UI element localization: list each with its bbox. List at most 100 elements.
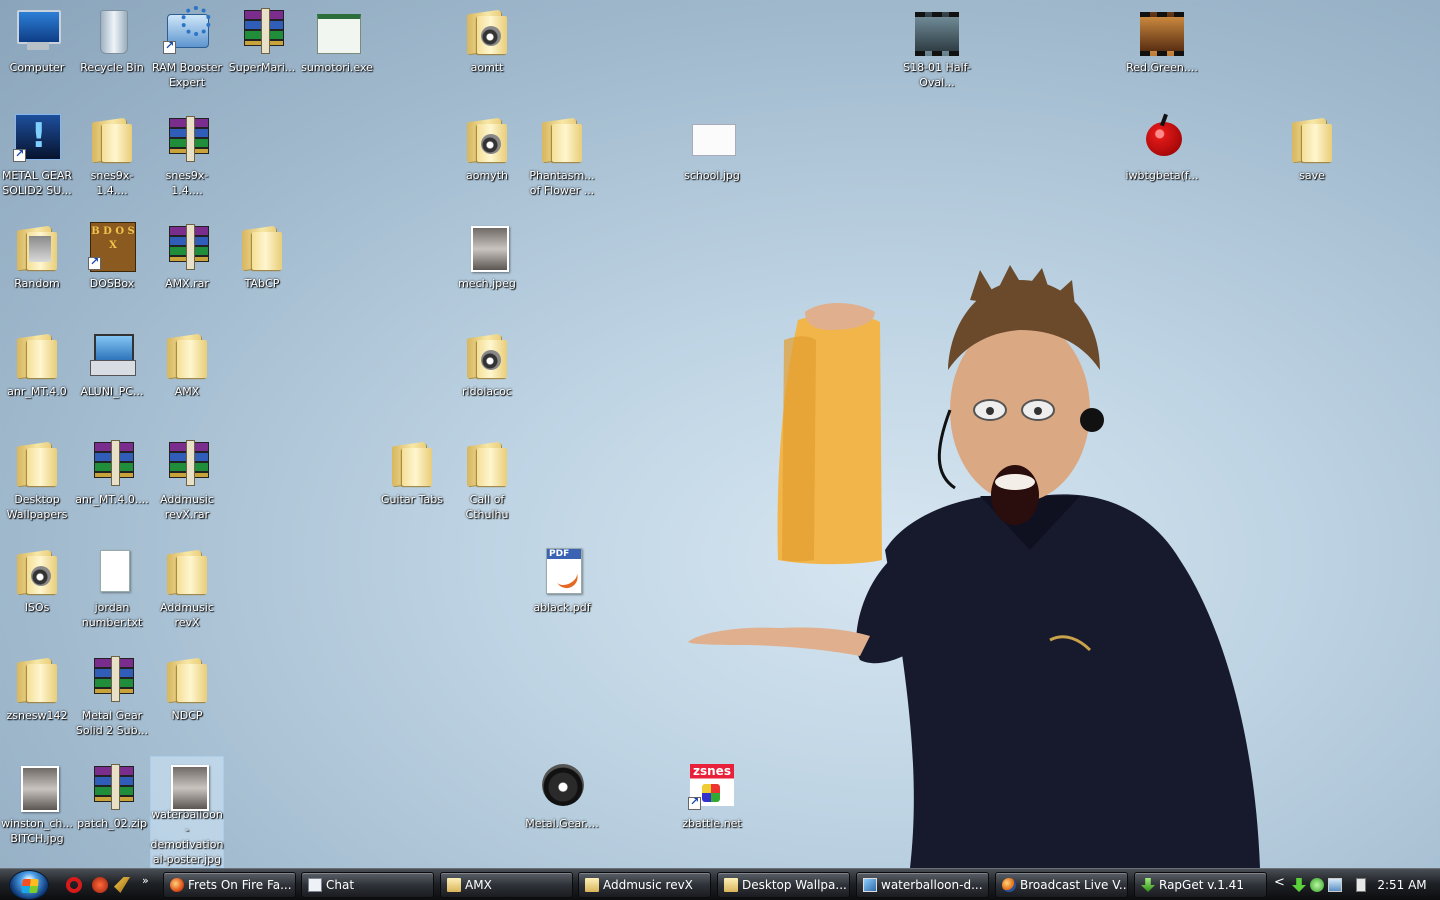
metal-gear-item[interactable]: Metal.Gear.... [525,758,599,858]
shortcut-arrow-icon [13,147,26,162]
amx-rar-item[interactable]: AMX.rar [150,218,224,318]
download-icon [1141,878,1155,892]
aomtt-item[interactable]: aomtt [450,2,524,102]
aluni-pc-item[interactable]: ALUNI_PC... [75,326,149,426]
isos-item[interactable]: ISOs [0,542,74,642]
icon-label: ISOs [24,601,50,614]
application-icon [313,6,361,54]
taskbar-button-frets-on-fire[interactable]: Frets On Fire Fa... [163,872,296,898]
snes9x-folder-item[interactable]: snes9x-1.4.... [75,110,149,210]
s18-01-item[interactable]: S18-01 Half-Oval... [900,2,974,102]
winrar-archive-icon [163,114,211,162]
folder-icon [13,654,61,702]
winrar-archive-icon [163,438,211,486]
pdf-file-icon [538,546,586,594]
zbattle-item[interactable]: zbattle.net [675,758,749,858]
tabcp-item[interactable]: TAbCP [225,218,299,318]
power-tray-icon[interactable] [1356,878,1366,892]
folder-icon [1288,114,1336,162]
icon-label: save [1299,169,1325,182]
mech-item[interactable]: mech.jpeg [450,218,524,318]
dosbox-item[interactable]: DOSBox [75,218,149,318]
addmusic-revx-rar-item[interactable]: Addmusic revX.rar [150,434,224,534]
zsnesw142-item[interactable]: zsnesw142 [0,650,74,750]
random-item[interactable]: Random [0,218,74,318]
guitar-tabs-item[interactable]: Guitar Tabs [375,434,449,534]
folder-icon [238,222,286,270]
folder-icon [13,330,61,378]
amx-item[interactable]: AMX [150,326,224,426]
icon-label: RAM Booster Expert [151,61,223,89]
metal-gear-solid2-sub-item[interactable]: Metal Gear Solid 2 Sub... [75,650,149,750]
tray-expand-button[interactable]: < [1274,875,1285,890]
rldolacoc-item[interactable]: rldolacoc [450,326,524,426]
jordan-number-item[interactable]: jordan number.txt [75,542,149,642]
fire-icon [170,878,184,892]
save-item[interactable]: save [1275,110,1349,210]
icon-label: zsnesw142 [6,709,68,722]
taskbar-button-desktop-wallpapers[interactable]: Desktop Wallpa... [717,872,850,898]
network-tray-icon[interactable] [1328,878,1342,892]
icon-label: mech.jpeg [458,277,516,290]
setup-program-icon [88,330,136,378]
winston-item[interactable]: winston_ch... BITCH.jpg [0,758,74,858]
aomyth-item[interactable]: aomyth [450,110,524,210]
icon-label: NDCP [171,709,203,722]
computer-icon-item[interactable]: Computer [0,2,74,102]
phantasm-item[interactable]: Phantasm... of Flower ... [525,110,599,210]
icon-label: AMX [174,385,200,398]
ram-booster-icon [163,6,211,54]
anr-mt40-item[interactable]: anr_MT.4.0 [0,326,74,426]
taskbar-button-label: Frets On Fire Fa... [188,878,292,892]
taskbar-button-chat[interactable]: Chat [301,872,434,898]
image-file-icon [163,761,211,811]
red-apple-icon [1138,114,1186,162]
desktop-wallpapers-item[interactable]: Desktop Wallpapers [0,434,74,534]
icon-label: ablack.pdf [533,601,591,614]
ndcp-item[interactable]: NDCP [150,650,224,750]
shortcut-arrow-icon [163,39,176,54]
taskbar-button-amx[interactable]: AMX [440,872,573,898]
waterballoon-item[interactable]: waterballoon-demotivational-poster.jpg [150,756,224,868]
chat-app-icon[interactable] [92,877,108,893]
taskbar-button-rapget[interactable]: RapGet v.1.41 [1134,872,1267,898]
taskbar-button-label: Addmusic revX [603,878,693,892]
quick-launch-more-button[interactable]: » [142,874,149,887]
icon-label: Phantasm... of Flower ... [529,169,595,197]
supermario-item[interactable]: SuperMari... [225,2,299,102]
icon-label: DOSBox [89,277,135,290]
patch02-item[interactable]: patch_02.zip [75,758,149,858]
taskbar-button-addmusic-revx[interactable]: Addmusic revX [578,872,711,898]
metal-gear-solid2-item[interactable]: METAL GEAR SOLID2 SU... [0,110,74,210]
sumotori-item[interactable]: sumotori.exe [300,2,374,102]
clock[interactable]: 2:51 AM [1370,869,1434,900]
ablack-pdf-item[interactable]: ablack.pdf [525,542,599,642]
anr-mt40-rar-item[interactable]: anr_MT.4.0.... [75,434,149,534]
recycle-bin-icon [88,6,136,54]
taskbar-button-waterballoon[interactable]: waterballoon-d... [856,872,989,898]
winrar-archive-icon [238,6,286,54]
school-item[interactable]: school.jpg [675,110,749,210]
download-tray-icon[interactable] [1292,878,1306,892]
icon-label: rldolacoc [462,385,512,398]
snes9x-rar-item[interactable]: snes9x-1.4.... [150,110,224,210]
call-of-cthulhu-item[interactable]: Call of Cthulhu [450,434,524,534]
shortcut-arrow-icon [88,255,101,270]
metal-gear-disc-icon [538,762,586,810]
iwbtgbeta-item[interactable]: iwbtgbeta(f... [1125,110,1199,210]
icon-label: Desktop Wallpapers [6,493,68,521]
ram-booster-item[interactable]: RAM Booster Expert [150,2,224,102]
recycle-bin-item[interactable]: Recycle Bin [75,2,149,102]
taskbar-button-broadcast-live[interactable]: Broadcast Live V... [995,872,1128,898]
opera-icon[interactable] [66,877,82,893]
taskbar-button-label: Desktop Wallpa... [742,878,847,892]
tool-icon[interactable] [114,877,130,893]
zsnes-icon [688,762,736,810]
start-button[interactable] [9,870,49,900]
red-green-item[interactable]: Red.Green.... [1125,2,1199,102]
icon-label: Computer [9,61,65,74]
icon-label: anr_MT.4.0 [7,385,67,398]
desktop[interactable]: Computer Recycle Bin RAM Booster Expert … [0,0,1440,868]
status-tray-icon[interactable] [1310,878,1324,892]
addmusic-revx-item[interactable]: Addmusic revX [150,542,224,642]
